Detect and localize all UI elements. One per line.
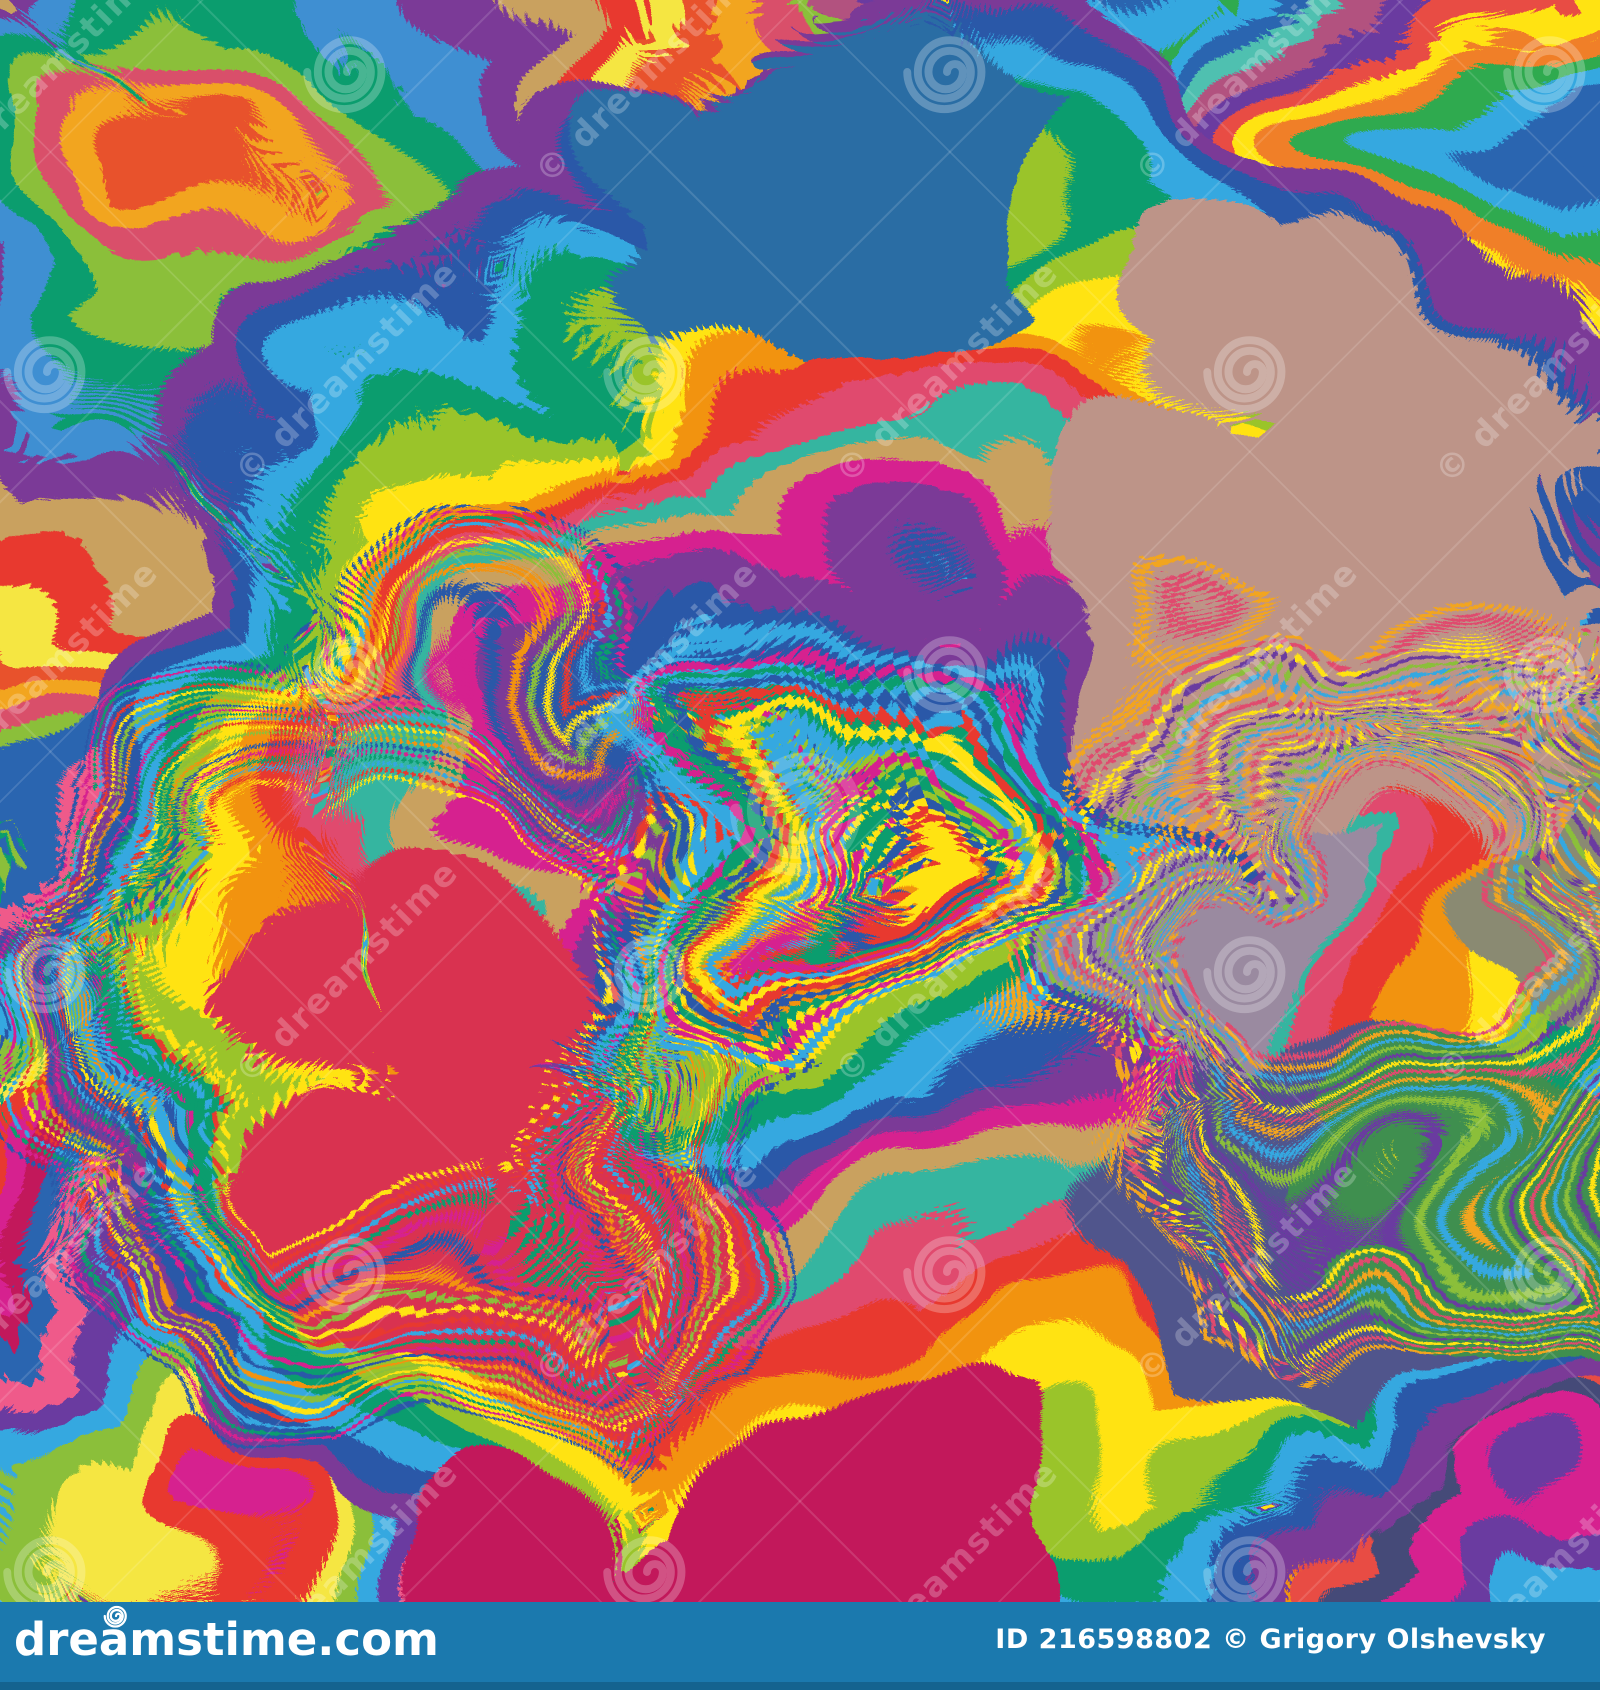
dreamstime-logo[interactable]: dreamstime.com (14, 1605, 439, 1662)
dreamstime-spiral-icon (103, 1605, 127, 1628)
abstract-swirl-image (0, 0, 1600, 1602)
marbled-artwork: © dreamstime © dreamstime © dreamstime © dr… (0, 0, 1600, 1602)
image-credit: ID 216598802 © Grigory Olshevsky (995, 1623, 1546, 1655)
stock-image-preview: © dreamstime © dreamstime © dreamstime © dr… (0, 0, 1600, 1690)
dreamstime-logo-text: dreamstime.com (14, 1612, 439, 1666)
footer-bar: dreamstime.com ID 216598802 © Grigory Ol… (0, 1602, 1600, 1690)
